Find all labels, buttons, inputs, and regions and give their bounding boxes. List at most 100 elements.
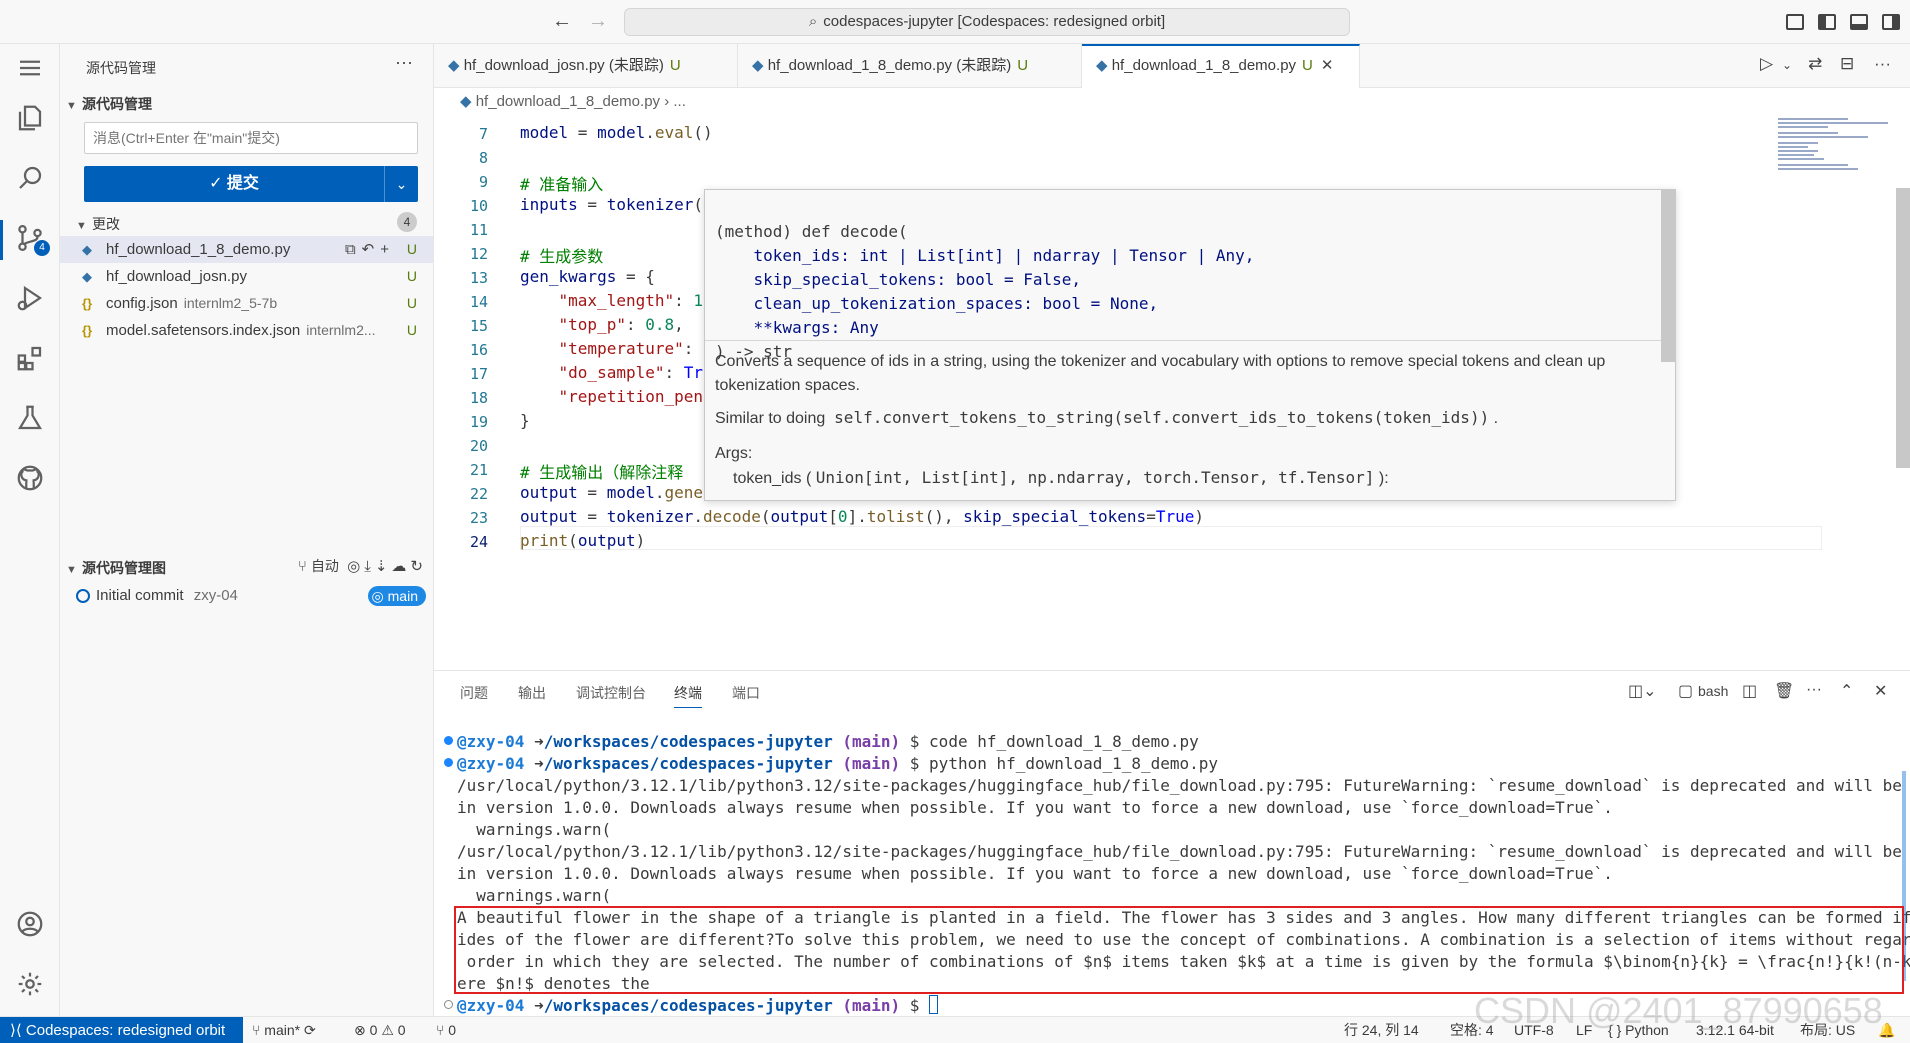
toggle-panel-icon[interactable] [1850,14,1868,30]
more-actions-icon[interactable]: ··· [395,52,413,73]
split-editor-icon[interactable]: ⊟ [1840,54,1854,74]
changes-count-badge: 4 [397,212,417,232]
run-debug-icon[interactable] [12,280,48,316]
tab-debug-console[interactable]: 调试控制台 [576,683,646,703]
fetch-icon[interactable]: ⤓ [364,558,375,575]
minimap[interactable] [1778,116,1908,616]
file-status: U [406,268,417,284]
problems-status[interactable]: ⊗ 0 ⚠ 0 [354,1017,406,1043]
python-file-icon: ◆ [1096,57,1108,74]
ports-count: 0 [448,1022,457,1038]
tab-hf-download-1-8-demo[interactable]: ◆ hf_download_1_8_demo.py U ✕ [1082,44,1360,88]
menu-icon[interactable] [12,50,48,86]
signature-line: (method) def decode( [715,222,908,241]
json-file-icon: {} [82,323,93,338]
prompt-user: @zxy-04 [457,754,525,773]
graph-auto-label[interactable]: 自动 [311,558,339,574]
terminal-shell-icon: ▢ [1678,683,1694,700]
search-icon[interactable] [12,160,48,196]
close-icon[interactable]: ✕ [1321,57,1334,74]
file-name: model.safetensors.index.json [106,322,301,339]
push-cloud-icon[interactable]: ☁ [391,558,410,575]
toggle-primary-sidebar-icon[interactable] [1818,14,1836,30]
prompt-command: $ python hf_download_1_8_demo.py [909,754,1219,773]
pull-icon[interactable]: ⇣ [375,558,392,575]
editor-scrollbar[interactable] [1896,188,1910,468]
run-dropdown-chevron-icon[interactable]: ⌄ [1782,58,1792,72]
remote-indicator[interactable]: ⟩⟨ Codespaces: redesigned orbit [0,1017,243,1043]
code-line: gen_kwargs = { [520,267,655,286]
activity-bar: 4 [0,44,60,1016]
line-number: 20 [469,437,488,455]
python-file-icon: ◆ [448,57,460,74]
graph-commit-row[interactable]: Initial commit zxy-04 ◎ main [76,584,426,608]
maximize-panel-chevron-up-icon[interactable]: ⌃ [1840,681,1853,701]
more-actions-icon[interactable]: ··· [1874,54,1891,74]
watermark: CSDN @2401_87990658 [1474,990,1883,1031]
changed-file-row[interactable]: {} config.json internlm2_5-7b U [60,290,433,317]
back-arrow-icon[interactable]: ← [552,10,572,33]
tab-ports[interactable]: 端口 [732,683,760,703]
arg-type: Union[int, List[int], np.ndarray, torch.… [815,468,1375,487]
file-status: U [406,241,417,257]
forward-arrow-icon[interactable]: → [588,10,608,33]
github-icon[interactable] [12,460,48,496]
hover-separator [705,340,1663,341]
discard-changes-icon[interactable]: ↶ [362,241,381,258]
cursor-position[interactable]: 行 24, 列 14 [1344,1017,1419,1043]
run-python-file-icon[interactable]: ▷ [1760,54,1773,74]
code-line: "max_length": 1 [558,291,704,310]
stage-changes-icon[interactable]: + [380,241,395,258]
open-file-icon[interactable]: ⧉ [345,241,362,258]
hover-scrollbar[interactable] [1661,190,1675,362]
extensions-icon[interactable] [12,340,48,376]
breadcrumb-file[interactable]: hf_download_1_8_demo.py [476,93,660,110]
signature-line: **kwargs: Any [715,318,879,337]
toggle-secondary-sidebar-icon[interactable] [1882,14,1900,30]
source-control-section-header[interactable]: ▼ 源代码管理 [66,94,152,114]
prompt-path: /workspaces/codespaces-jupyter [543,996,833,1015]
branch-auto-icon[interactable]: ⑂ [298,558,311,575]
target-icon[interactable]: ◎ [347,558,364,575]
commit-dropdown-chevron-icon[interactable]: ⌄ [384,166,418,202]
branch-status[interactable]: ⑂ main* ⟳ [252,1017,316,1043]
line-number: 18 [469,389,488,407]
file-name: config.json [106,295,178,312]
more-actions-icon[interactable]: ··· [1806,681,1822,699]
tab-terminal[interactable]: 终端 [674,683,702,708]
terminal-shell-name[interactable]: bash [1698,683,1728,699]
tab-hf-download-1-8-demo-untracked[interactable]: ◆ hf_download_1_8_demo.py (未跟踪) U [738,44,1082,88]
commit-message-input[interactable] [84,122,418,154]
command-center[interactable]: ⌕ codespaces-jupyter [Codespaces: redesig… [624,8,1350,36]
ports-status[interactable]: ⑂ 0 [436,1017,456,1043]
chevron-down-icon: ▼ [66,564,77,576]
kill-terminal-trash-icon[interactable]: 🗑 [1774,681,1794,701]
file-status: U [406,322,417,338]
changed-file-row[interactable]: ◆ hf_download_josn.py U [60,263,433,290]
split-terminal-icon[interactable]: ◫ [1742,681,1757,701]
changes-header[interactable]: ▼ 更改 [66,214,120,234]
python-file-icon: ◆ [82,242,92,257]
new-terminal-split-icon[interactable]: ◫⌄ [1628,681,1657,701]
commit-button[interactable]: ✓ 提交 [84,166,384,202]
tab-output[interactable]: 输出 [518,683,546,703]
breadcrumb-rest[interactable]: ... [673,93,686,110]
account-icon[interactable] [12,906,48,942]
toggle-panel-layout-icon[interactable] [1786,14,1804,30]
tab-status: U [1017,57,1029,74]
changed-file-row[interactable]: {} model.safetensors.index.json internlm2… [60,317,433,344]
changed-file-row[interactable]: ◆ hf_download_1_8_demo.py ⧉↶+ U [60,236,433,263]
explorer-icon[interactable] [12,100,48,136]
signature-line: clean_up_tokenization_spaces: bool = Non… [715,294,1159,313]
refresh-icon[interactable]: ↻ [410,558,427,575]
terminal-line: /usr/local/python/3.12.1/lib/python3.12/… [457,776,1910,795]
sidebar-title: 源代码管理 [86,60,156,76]
close-panel-icon[interactable]: ✕ [1874,681,1887,701]
open-changes-icon[interactable]: ⇄ [1808,54,1822,74]
settings-gear-icon[interactable] [12,966,48,1002]
source-control-icon[interactable]: 4 [0,220,50,260]
testing-flask-icon[interactable] [12,400,48,436]
tab-hf-download-josn[interactable]: ◆ hf_download_josn.py (未跟踪) U [434,44,738,88]
hover-tooltip: (method) def decode( token_ids: int | Li… [704,189,1676,501]
tab-problems[interactable]: 问题 [460,683,488,703]
